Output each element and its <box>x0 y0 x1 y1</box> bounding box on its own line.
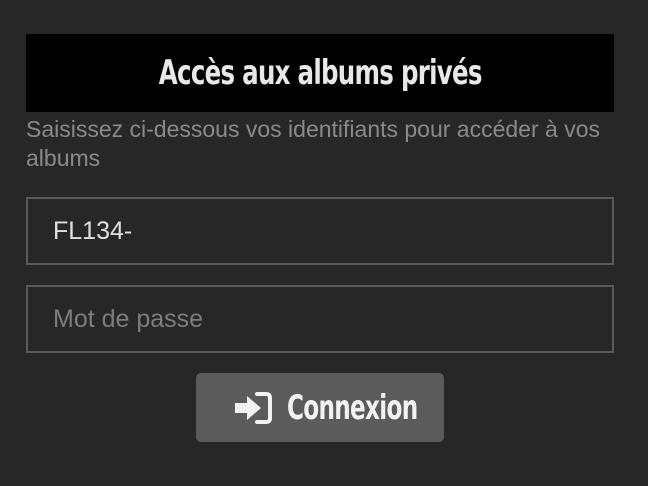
login-input[interactable] <box>28 199 612 263</box>
page-title: Accès aux albums privés <box>158 53 483 93</box>
password-field-wrapper <box>26 285 614 353</box>
sign-in-icon <box>233 391 273 425</box>
title-bar: Accès aux albums privés <box>26 34 614 112</box>
connexion-button-label: Connexion <box>287 387 418 428</box>
login-field-wrapper <box>26 197 614 265</box>
connexion-button[interactable]: Connexion <box>196 373 444 442</box>
instructions-text: Saisissez ci-dessous vos identifiants po… <box>26 116 601 171</box>
password-input[interactable] <box>28 287 612 351</box>
private-albums-login-panel: Accès aux albums privés Saisissez ci-des… <box>0 0 648 486</box>
